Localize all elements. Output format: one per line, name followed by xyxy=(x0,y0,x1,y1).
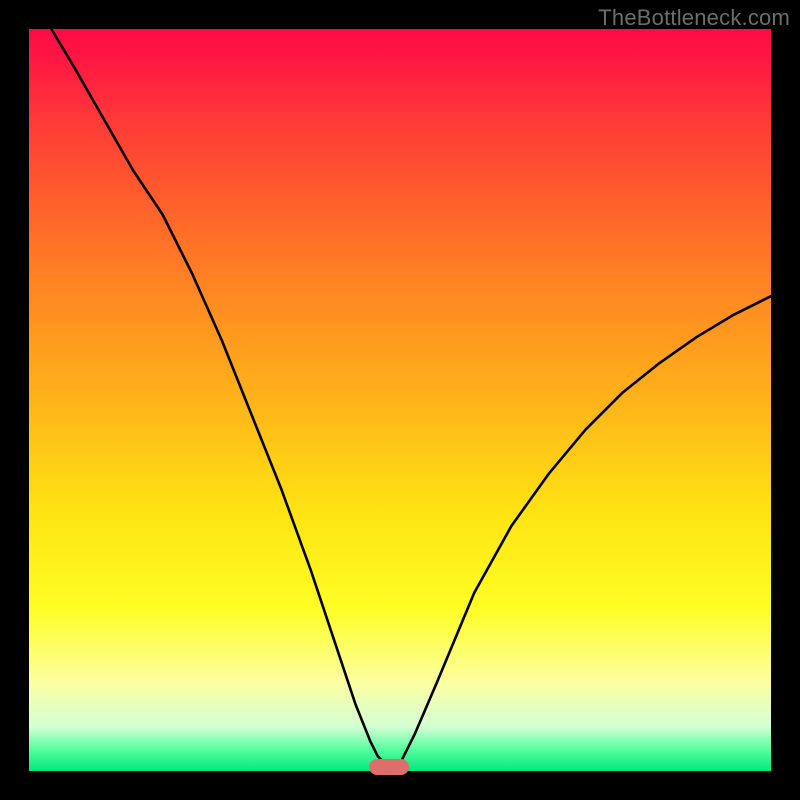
watermark-text: TheBottleneck.com xyxy=(598,5,790,31)
plot-area xyxy=(29,29,771,771)
optimal-marker xyxy=(369,759,409,775)
bottleneck-curve xyxy=(51,29,771,767)
curve-svg xyxy=(29,29,771,771)
